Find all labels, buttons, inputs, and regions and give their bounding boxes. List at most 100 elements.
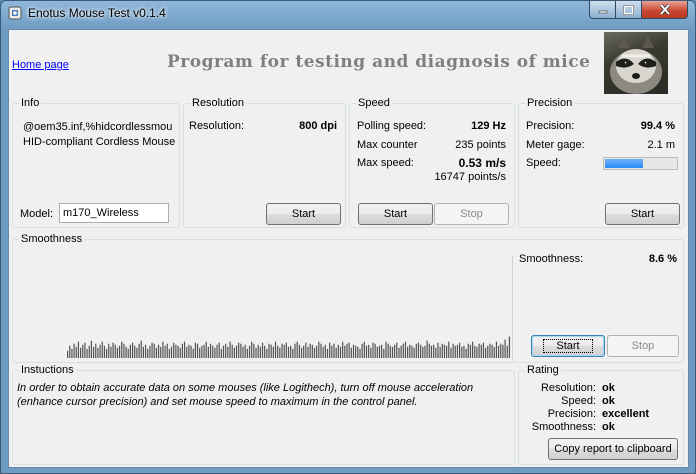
model-input[interactable] — [59, 203, 169, 223]
smoothness-bar — [459, 342, 461, 358]
smoothness-bar — [472, 341, 474, 358]
smoothness-bar — [489, 343, 491, 358]
smoothness-bar — [231, 344, 233, 358]
precision-start-button[interactable]: Start — [605, 203, 680, 225]
smoothness-bar — [201, 345, 203, 358]
copy-report-button[interactable]: Copy report to clipboard — [548, 438, 678, 460]
home-page-link[interactable]: Home page — [12, 59, 69, 71]
smoothness-bar — [500, 343, 502, 358]
smoothness-bar — [307, 346, 309, 358]
smoothness-bar — [398, 347, 400, 358]
smoothness-bar — [147, 348, 149, 358]
maximize-button[interactable] — [615, 1, 642, 19]
smoothness-bar — [389, 345, 391, 358]
smoothness-start-button[interactable]: Start — [531, 335, 605, 357]
smoothness-bar — [242, 346, 244, 358]
smoothness-bar — [225, 343, 227, 358]
smoothness-bar — [441, 343, 443, 358]
smoothness-legend: Smoothness — [19, 232, 85, 246]
speed-stop-button[interactable]: Stop — [434, 203, 509, 225]
smoothness-bar — [233, 347, 235, 358]
smoothness-bar — [274, 341, 277, 358]
smoothness-bar — [240, 343, 242, 358]
resolution-start-button[interactable]: Start — [266, 203, 341, 225]
smoothness-bar — [118, 345, 121, 358]
smoothness-bar — [368, 344, 370, 358]
close-button[interactable] — [641, 1, 688, 19]
smoothness-bar — [160, 346, 162, 358]
smoothness-bar — [82, 344, 84, 358]
title-bar[interactable]: Enotus Mouse Test v0.1.4 — [1, 1, 695, 27]
smoothness-bar — [491, 344, 493, 358]
smoothness-bar — [114, 344, 116, 358]
smoothness-bar — [264, 345, 266, 358]
smoothness-bar — [134, 345, 136, 358]
smoothness-bar — [253, 343, 255, 358]
smoothness-bar — [266, 348, 268, 358]
raccoon-image — [610, 36, 662, 94]
smoothness-bar — [391, 346, 394, 358]
smoothness-bar — [97, 347, 99, 358]
smoothness-bar — [428, 343, 430, 358]
smoothness-bar — [216, 344, 218, 358]
smoothness-stop-button[interactable]: Stop — [607, 335, 679, 357]
smoothness-bar — [279, 347, 281, 358]
smoothness-bar — [357, 346, 359, 358]
smoothness-bar — [413, 347, 415, 358]
smoothness-bar — [333, 343, 335, 358]
resolution-legend: Resolution — [190, 96, 246, 110]
smoothness-bar — [183, 341, 186, 358]
smoothness-bar — [285, 342, 287, 358]
smoothness-bar — [157, 344, 160, 358]
device-line-2: HID-compliant Cordless Mouse — [23, 136, 176, 148]
close-icon — [659, 4, 670, 15]
speed-group: Speed Polling speed: 129 Hz Max counter … — [349, 96, 515, 228]
smoothness-bar — [84, 342, 86, 358]
device-line-1: @oem35.inf,%hidcordlessmou — [23, 121, 173, 133]
smoothness-bar — [170, 346, 173, 358]
smoothness-bar — [363, 341, 365, 358]
resolution-value: 800 dpi — [299, 120, 337, 132]
smoothness-bar — [452, 343, 454, 358]
smoothness-bar — [218, 342, 220, 358]
main-panel: Home page Program for testing and diagno… — [8, 29, 689, 468]
smoothness-bar — [456, 344, 459, 358]
smoothness-bar — [168, 348, 170, 358]
smoothness-bar — [292, 348, 294, 358]
smoothness-bar — [383, 348, 385, 358]
polling-speed-label: Polling speed: — [357, 120, 427, 132]
smoothness-bar — [99, 344, 101, 358]
smoothness-bar — [331, 345, 333, 358]
smoothness-bar — [186, 346, 188, 358]
smoothness-chart — [67, 336, 511, 358]
raccoon-photo — [604, 32, 668, 94]
resolution-group: Resolution Resolution: 800 dpi Start — [183, 96, 346, 228]
smoothness-bar — [199, 347, 201, 358]
smoothness-bar — [123, 343, 125, 358]
rating-speed-label: Speed: — [561, 395, 596, 407]
smoothness-bar — [443, 344, 446, 358]
smoothness-bar — [105, 348, 108, 358]
smoothness-bar — [103, 345, 106, 358]
minimize-button[interactable] — [589, 1, 616, 19]
smoothness-bar — [404, 341, 407, 358]
smoothness-bar — [502, 344, 504, 358]
smoothness-bar — [261, 342, 264, 358]
smoothness-bar — [407, 346, 409, 358]
speed-start-button[interactable]: Start — [358, 203, 433, 225]
max-speed-value: 0.53 m/s — [458, 156, 506, 170]
smoothness-bar — [469, 344, 472, 358]
smoothness-bar — [177, 345, 179, 358]
precision-speed-label: Speed: — [526, 157, 561, 169]
smoothness-bar — [378, 345, 381, 358]
max-counter-label: Max counter — [357, 139, 418, 151]
smoothness-bar — [270, 344, 272, 358]
rating-speed-value: ok — [602, 395, 615, 407]
smoothness-bar — [381, 344, 383, 358]
rating-smoothness-label: Smoothness: — [531, 421, 596, 433]
smoothness-bar — [402, 343, 404, 358]
smoothness-bar — [244, 344, 246, 358]
smoothness-bar — [411, 345, 413, 358]
smoothness-bar — [121, 341, 123, 358]
page-heading: Program for testing and diagnosis of mic… — [167, 52, 591, 72]
